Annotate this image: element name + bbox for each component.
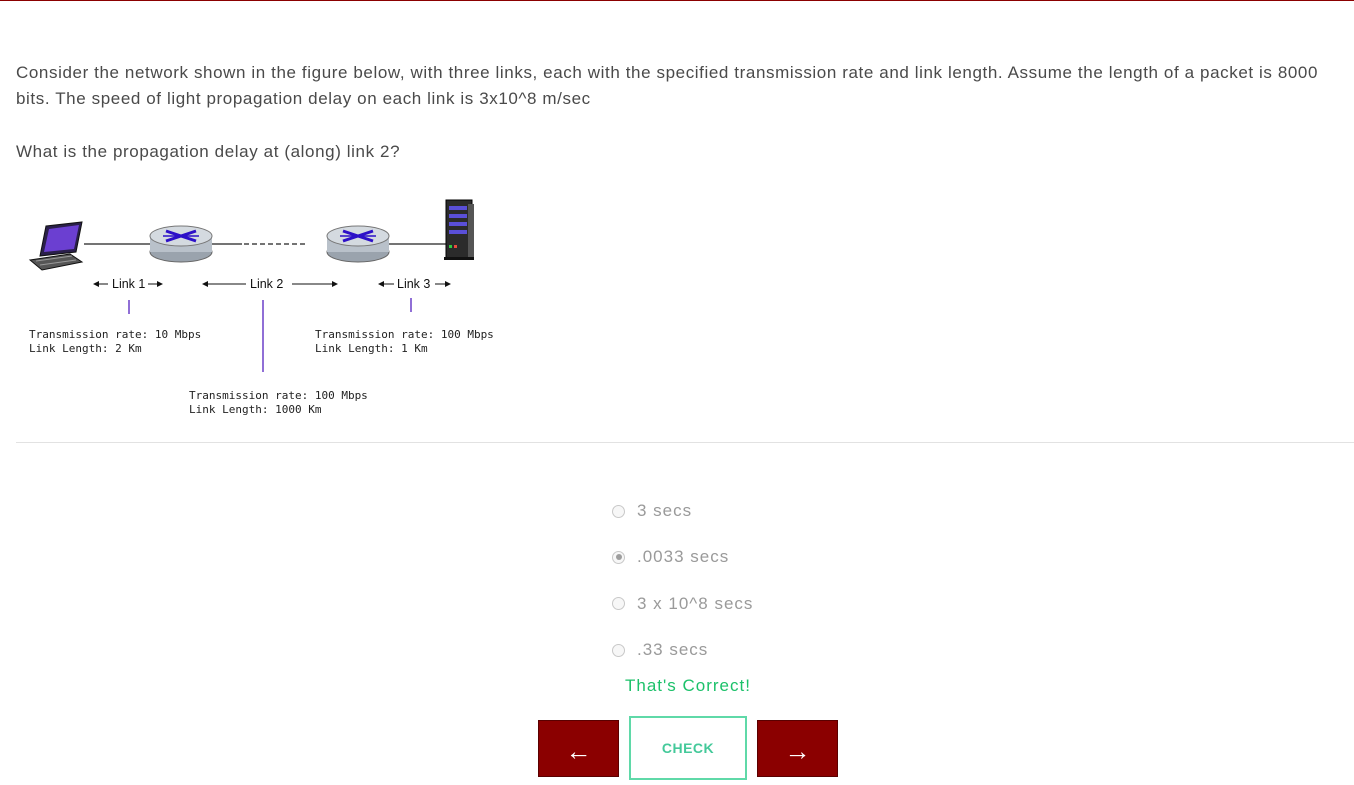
top-accent-rule <box>0 0 1354 1</box>
link1-length-text: Link Length: 2 Km <box>29 342 142 355</box>
link1-rate-text: Transmission rate: 10 Mbps <box>29 328 201 341</box>
feedback-message: That's Correct! <box>625 676 751 695</box>
previous-button[interactable]: ← <box>538 720 619 777</box>
link1-label: Link 1 <box>112 277 145 291</box>
answer-option-label: 3 x 10^8 secs <box>637 593 754 613</box>
server-icon <box>444 199 474 260</box>
radio-button[interactable] <box>612 643 625 657</box>
answer-option-label: 3 secs <box>637 501 693 521</box>
link2-rate-text: Transmission rate: 100 Mbps <box>189 389 368 402</box>
link3-length-text: Link Length: 1 Km <box>315 342 428 355</box>
router-1-icon <box>149 225 213 263</box>
check-button[interactable]: CHECK <box>629 716 747 780</box>
answer-option-4[interactable]: .33 secs <box>612 627 1012 673</box>
question-paragraph-context: Consider the network shown in the figure… <box>16 63 1319 108</box>
answer-option-1[interactable]: 3 secs <box>612 488 1012 534</box>
question-text: Consider the network shown in the figure… <box>16 60 1336 165</box>
section-divider <box>16 442 1354 443</box>
answer-option-label: .0033 secs <box>637 547 730 567</box>
answer-option-3[interactable]: 3 x 10^8 secs <box>612 581 1012 627</box>
link2-length-text: Link Length: 1000 Km <box>189 403 322 416</box>
answer-option-label: .33 secs <box>637 640 709 660</box>
next-button[interactable]: → <box>757 720 838 777</box>
link3-label: Link 3 <box>397 277 430 291</box>
link3-rate-text: Transmission rate: 100 Mbps <box>315 328 494 341</box>
question-paragraph-prompt: What is the propagation delay at (along)… <box>16 142 401 161</box>
laptop-icon <box>28 221 84 271</box>
link2-label: Link 2 <box>250 277 283 291</box>
arrow-right-icon: → <box>784 736 811 766</box>
router-2-icon <box>326 225 390 263</box>
radio-button[interactable] <box>612 504 625 518</box>
answer-option-2[interactable]: .0033 secs <box>612 534 1012 580</box>
answer-options: 3 secs .0033 secs 3 x 10^8 secs .33 secs <box>612 488 1012 673</box>
network-figure: Link 1 Link 2 Link 3 Transmission rate: … <box>16 190 536 425</box>
arrow-left-icon: ← <box>565 736 592 766</box>
radio-button-selected[interactable] <box>612 550 625 564</box>
radio-button[interactable] <box>612 597 625 611</box>
